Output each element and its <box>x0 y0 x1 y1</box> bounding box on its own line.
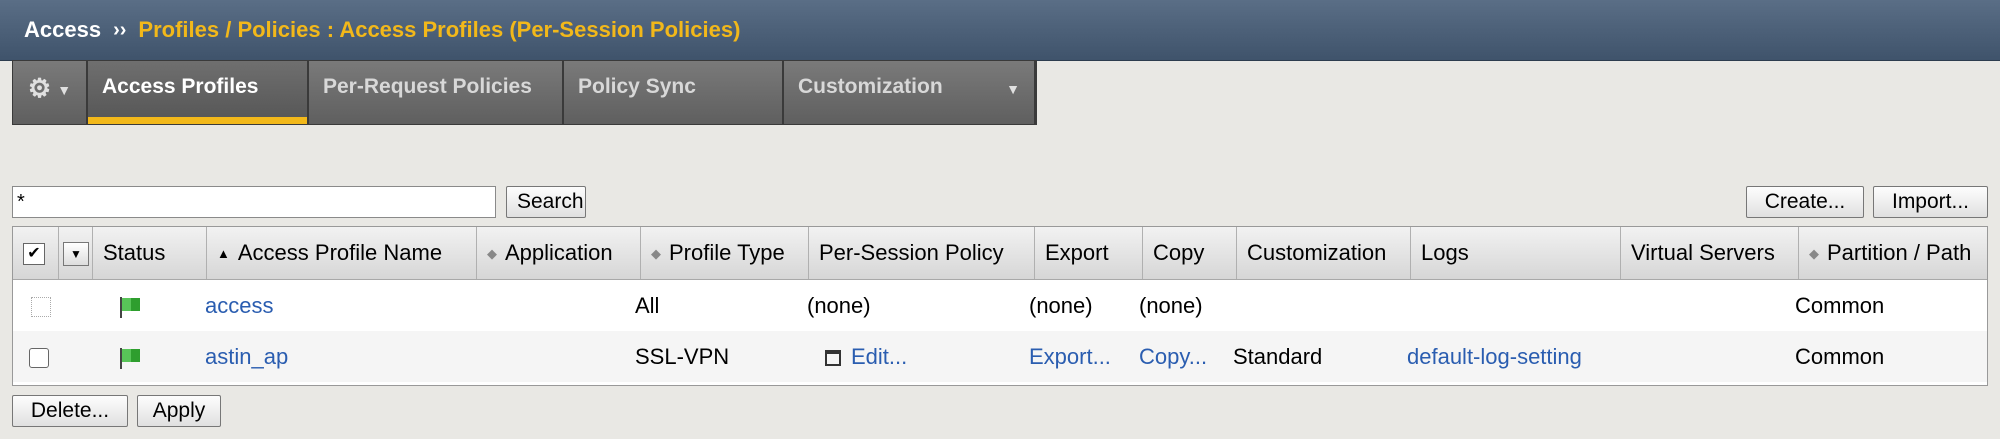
profile-type-cell: All <box>635 293 660 318</box>
create-button[interactable]: Create... <box>1746 186 1864 218</box>
partition-cell: Common <box>1795 293 1885 318</box>
profile-name-link[interactable]: astin_ap <box>205 331 288 382</box>
column-copy: Copy <box>1143 227 1237 279</box>
tab-access-profiles[interactable]: Access Profiles <box>88 61 309 124</box>
logs-link[interactable]: default-log-setting <box>1407 331 1582 382</box>
column-per-session-policy: Per-Session Policy <box>809 227 1035 279</box>
tab-customization[interactable]: Customization ▼ <box>784 61 1036 124</box>
chevron-down-icon: ▼ <box>1006 81 1020 97</box>
per-session-policy-cell: (none) <box>807 293 871 318</box>
row-checkbox[interactable] <box>29 331 49 382</box>
settings-menu-button[interactable]: ⚙ ▼ <box>13 61 88 124</box>
profile-type-cell: SSL-VPN <box>635 344 730 369</box>
import-button[interactable]: Import... <box>1873 186 1988 218</box>
copy-link[interactable]: Copy... <box>1139 331 1207 382</box>
column-application[interactable]: ◆ Application <box>477 227 641 279</box>
column-access-profile-name[interactable]: ▲ Access Profile Name <box>207 227 477 279</box>
table-row: access All (none) (none) (none) Common <box>13 280 1987 332</box>
page-title: Profiles / Policies : Access Profiles (P… <box>138 17 741 42</box>
breadcrumb-separator: ›› <box>113 18 127 41</box>
customization-cell: Standard <box>1233 344 1323 369</box>
search-button[interactable]: Search <box>506 186 586 218</box>
select-all-checkbox[interactable]: ✔ <box>13 227 59 279</box>
sort-icon: ◆ <box>487 246 497 262</box>
tab-label: Per-Request Policies <box>323 75 532 98</box>
tab-label: Access Profiles <box>102 75 259 98</box>
green-flag-icon <box>117 331 143 382</box>
column-virtual-servers: Virtual Servers <box>1621 227 1799 279</box>
column-profile-type[interactable]: ◆ Profile Type <box>641 227 809 279</box>
tab-per-request-policies[interactable]: Per-Request Policies <box>309 61 564 124</box>
sort-icon: ◆ <box>651 246 661 262</box>
green-flag-icon <box>117 280 143 331</box>
chevron-down-icon: ▼ <box>63 242 89 267</box>
tab-label: Customization <box>798 75 943 98</box>
table-header: ✔ ▼ Status ▲ Access Profile Name ◆ Applica… <box>13 227 1987 280</box>
column-customization: Customization <box>1237 227 1411 279</box>
breadcrumb-root[interactable]: Access <box>24 17 101 43</box>
edit-policy-link[interactable]: Edit... <box>825 331 907 382</box>
column-status[interactable]: Status <box>93 227 207 279</box>
gear-icon: ⚙ <box>27 73 52 103</box>
export-link[interactable]: Export... <box>1029 331 1111 382</box>
column-partition-path[interactable]: ◆ Partition / Path <box>1799 227 1987 279</box>
breadcrumb: Access ›› Profiles / Policies : Access P… <box>0 0 2000 61</box>
access-profiles-table: ✔ ▼ Status ▲ Access Profile Name ◆ Applica… <box>12 226 1988 386</box>
apply-button[interactable]: Apply <box>137 395 221 427</box>
tab-policy-sync[interactable]: Policy Sync <box>564 61 784 124</box>
checkmark-icon: ✔ <box>23 243 45 266</box>
search-input[interactable] <box>12 186 496 218</box>
sort-icon: ◆ <box>1809 246 1819 262</box>
profile-name-link[interactable]: access <box>205 280 273 331</box>
column-export: Export <box>1035 227 1143 279</box>
export-cell: (none) <box>1029 293 1093 318</box>
partition-cell: Common <box>1795 344 1885 369</box>
delete-button[interactable]: Delete... <box>12 395 128 427</box>
column-logs: Logs <box>1411 227 1621 279</box>
copy-cell: (none) <box>1139 293 1203 318</box>
chevron-down-icon: ▼ <box>57 82 72 98</box>
edit-window-icon <box>825 350 841 367</box>
row-checkbox-disabled <box>31 280 51 331</box>
sort-ascending-icon: ▲ <box>217 246 230 262</box>
tab-bar: ⚙ ▼ Access Profiles Per-Request Policies… <box>12 60 1037 125</box>
status-filter-dropdown[interactable]: ▼ <box>59 227 93 279</box>
tab-label: Policy Sync <box>578 75 696 98</box>
table-row: astin_ap SSL-VPN Edit... Export... Copy.… <box>13 331 1987 382</box>
